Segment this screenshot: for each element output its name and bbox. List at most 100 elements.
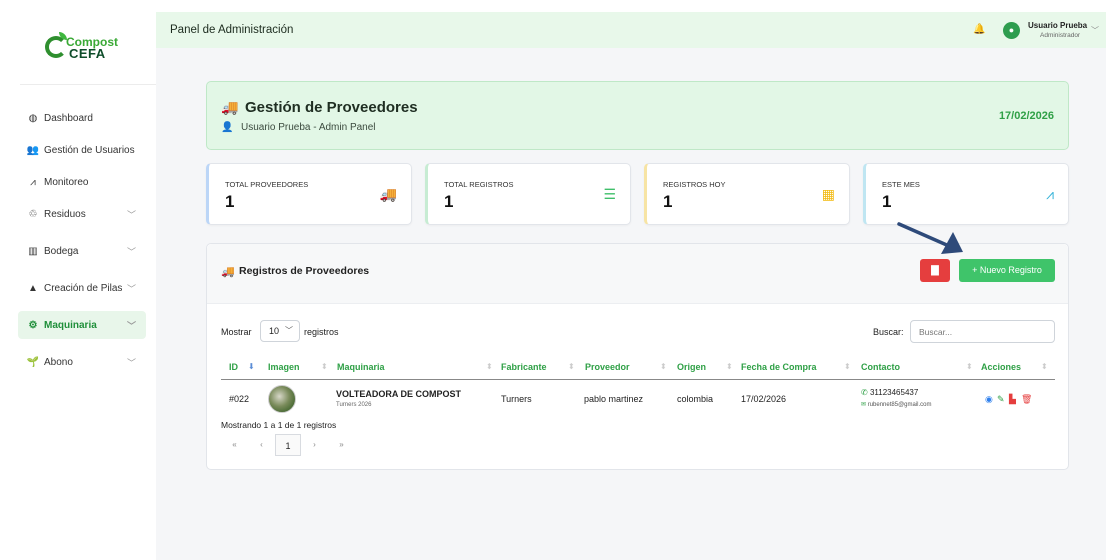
sort-desc-icon[interactable]: ⬇ bbox=[248, 362, 255, 371]
export-pdf-button[interactable]: ▇ bbox=[920, 259, 950, 282]
sidebar: Compost CEFA ◍ Dashboard 👥 Gestión de Us… bbox=[0, 12, 156, 560]
users-icon: 👥 bbox=[26, 144, 40, 156]
section-title: Gestión de Proveedores bbox=[245, 99, 418, 116]
page-last-button[interactable]: » bbox=[328, 434, 355, 456]
machine-thumbnail[interactable] bbox=[268, 385, 296, 413]
cell-maquinaria-sub: Turners 2026 bbox=[336, 402, 372, 408]
cell-id: #022 bbox=[229, 394, 250, 404]
view-icon[interactable]: ◉ bbox=[985, 394, 993, 405]
sort-icon[interactable]: ⬍ bbox=[568, 362, 575, 371]
chevron-down-icon: ﹀ bbox=[126, 358, 136, 368]
sidebar-item-abono[interactable]: 🌱 Abono ﹀ bbox=[18, 348, 146, 376]
sort-icon[interactable]: ⬍ bbox=[726, 362, 733, 371]
chevron-down-icon: ﹀ bbox=[126, 247, 136, 257]
sidebar-item-label: Residuos bbox=[44, 208, 86, 220]
truck-icon: 🚚 bbox=[379, 186, 397, 202]
sort-icon[interactable]: ⬍ bbox=[486, 362, 493, 371]
stat-label: TOTAL REGISTROS bbox=[444, 180, 514, 189]
column-header-proveedor[interactable]: Proveedor bbox=[585, 362, 630, 372]
column-header-fecha-compra[interactable]: Fecha de Compra bbox=[741, 362, 817, 372]
arrow-shaft bbox=[897, 222, 951, 248]
sidebar-divider bbox=[20, 84, 156, 85]
bell-icon[interactable]: 🔔 bbox=[973, 24, 985, 35]
sidebar-item-label: Abono bbox=[44, 356, 73, 368]
sort-icon[interactable]: ⬍ bbox=[844, 362, 851, 371]
truck-icon: 🚚 bbox=[221, 99, 239, 115]
stat-card-este-mes: ESTE MES 1 ⩘ bbox=[863, 163, 1069, 225]
sidebar-item-usuarios[interactable]: 👥 Gestión de Usuarios bbox=[18, 136, 146, 164]
stat-value: 1 bbox=[225, 192, 235, 211]
cell-fecha-compra: 17/02/2026 bbox=[741, 394, 787, 404]
current-date: 17/02/2026 bbox=[998, 110, 1054, 122]
column-header-maquinaria[interactable]: Maquinaria bbox=[337, 362, 385, 372]
stat-value: 1 bbox=[663, 192, 673, 211]
page-length-suffix: registros bbox=[304, 327, 339, 337]
chevron-down-icon: ﹀ bbox=[126, 321, 136, 331]
search-input[interactable] bbox=[910, 320, 1055, 343]
column-header-origen[interactable]: Origen bbox=[677, 362, 706, 372]
sidebar-item-bodega[interactable]: ▥ Bodega ﹀ bbox=[18, 237, 146, 265]
stat-card-total-proveedores: TOTAL PROVEEDORES 1 🚚 bbox=[206, 163, 412, 225]
column-header-id[interactable]: ID bbox=[229, 362, 238, 372]
truck-icon: 🚚 bbox=[221, 266, 235, 278]
sidebar-item-residuos[interactable]: ♲ Residuos ﹀ bbox=[18, 200, 146, 228]
pagination: « ‹ 1 › » bbox=[221, 434, 355, 456]
sort-icon[interactable]: ⬍ bbox=[660, 362, 667, 371]
envelope-icon: ✉ bbox=[861, 402, 867, 408]
recycle-icon: ♲ bbox=[28, 208, 38, 220]
column-header-imagen[interactable]: Imagen bbox=[268, 362, 300, 372]
phone-icon: ✆ bbox=[861, 388, 868, 397]
edit-icon[interactable]: ✎ bbox=[997, 394, 1005, 405]
trash-icon[interactable]: 🗑 bbox=[1021, 394, 1032, 405]
page-current-button[interactable]: 1 bbox=[275, 434, 301, 456]
stat-value: 1 bbox=[444, 192, 454, 211]
cell-origen: colombia bbox=[677, 394, 714, 404]
column-header-acciones[interactable]: Acciones bbox=[981, 362, 1021, 372]
cell-proveedor: pablo martinez bbox=[584, 394, 644, 404]
chevron-down-icon[interactable]: ﹀ bbox=[1091, 25, 1099, 36]
logo[interactable]: Compost CEFA bbox=[45, 32, 125, 72]
table-header: ID ⬇ Imagen ⬍ Maquinaria ⬍ Fabricante ⬍ … bbox=[221, 353, 1055, 380]
page-prev-button[interactable]: ‹ bbox=[248, 434, 275, 456]
sidebar-item-creacion-pilas[interactable]: ▲ Creación de Pilas ﹀ bbox=[18, 274, 146, 302]
table-info: Mostrando 1 a 1 de 1 registros bbox=[221, 420, 337, 430]
sidebar-item-label: Maquinaria bbox=[44, 319, 97, 331]
annotation-arrow-icon bbox=[897, 222, 963, 254]
stat-label: REGISTROS HOY bbox=[663, 180, 726, 189]
chart-area-icon: ⩘ bbox=[1046, 186, 1054, 202]
sidebar-item-dashboard[interactable]: ◍ Dashboard bbox=[18, 104, 146, 132]
sort-icon[interactable]: ⬍ bbox=[321, 362, 328, 371]
table-row[interactable]: #022 VOLTEADORA DE COMPOST Turners 2026 … bbox=[221, 381, 1055, 417]
sidebar-item-maquinaria[interactable]: ⚙ Maquinaria ﹀ bbox=[18, 311, 146, 339]
user-role: Administrador bbox=[1040, 32, 1081, 39]
sidebar-item-label: Gestión de Usuarios bbox=[44, 144, 135, 156]
stat-card-total-registros: TOTAL REGISTROS 1 ☰ bbox=[425, 163, 631, 225]
user-name[interactable]: Usuario Prueba bbox=[1028, 21, 1087, 30]
stat-label: TOTAL PROVEEDORES bbox=[225, 180, 309, 189]
column-header-contacto[interactable]: Contacto bbox=[861, 362, 900, 372]
page-next-button[interactable]: › bbox=[301, 434, 328, 456]
cogs-icon: ⚙ bbox=[28, 319, 38, 331]
sidebar-nav: ◍ Dashboard 👥 Gestión de Usuarios ⩘ Moni… bbox=[18, 104, 146, 376]
stat-value: 1 bbox=[882, 192, 892, 211]
sort-icon[interactable]: ⬍ bbox=[1041, 362, 1048, 371]
chart-line-icon: ⩘ bbox=[30, 176, 36, 188]
page-first-button[interactable]: « bbox=[221, 434, 248, 456]
user-avatar-icon[interactable]: ● bbox=[1003, 22, 1020, 39]
stat-card-registros-hoy: REGISTROS HOY 1 ▦ bbox=[644, 163, 850, 225]
cell-maquinaria: VOLTEADORA DE COMPOST bbox=[336, 389, 462, 399]
new-record-button[interactable]: + Nuevo Registro bbox=[959, 259, 1055, 282]
page-length-value: 10 bbox=[269, 326, 280, 336]
card-title: Registros de Proveedores bbox=[239, 265, 370, 277]
app-window: Compost CEFA ◍ Dashboard 👥 Gestión de Us… bbox=[0, 0, 1106, 560]
contact-phone: 31123465437 bbox=[869, 388, 919, 397]
sidebar-item-label: Monitoreo bbox=[44, 176, 89, 188]
page-length-label: Mostrar bbox=[221, 327, 252, 337]
page-length-select[interactable]: 10 ﹀ bbox=[260, 320, 300, 342]
stat-label: ESTE MES bbox=[882, 180, 920, 189]
column-header-fabricante[interactable]: Fabricante bbox=[501, 362, 547, 372]
cell-contact-phone: ✆ 31123465437 bbox=[861, 388, 918, 397]
sort-icon[interactable]: ⬍ bbox=[966, 362, 973, 371]
pdf-icon[interactable]: ▙ bbox=[1009, 394, 1016, 405]
sidebar-item-monitoreo[interactable]: ⩘ Monitoreo bbox=[18, 168, 146, 196]
